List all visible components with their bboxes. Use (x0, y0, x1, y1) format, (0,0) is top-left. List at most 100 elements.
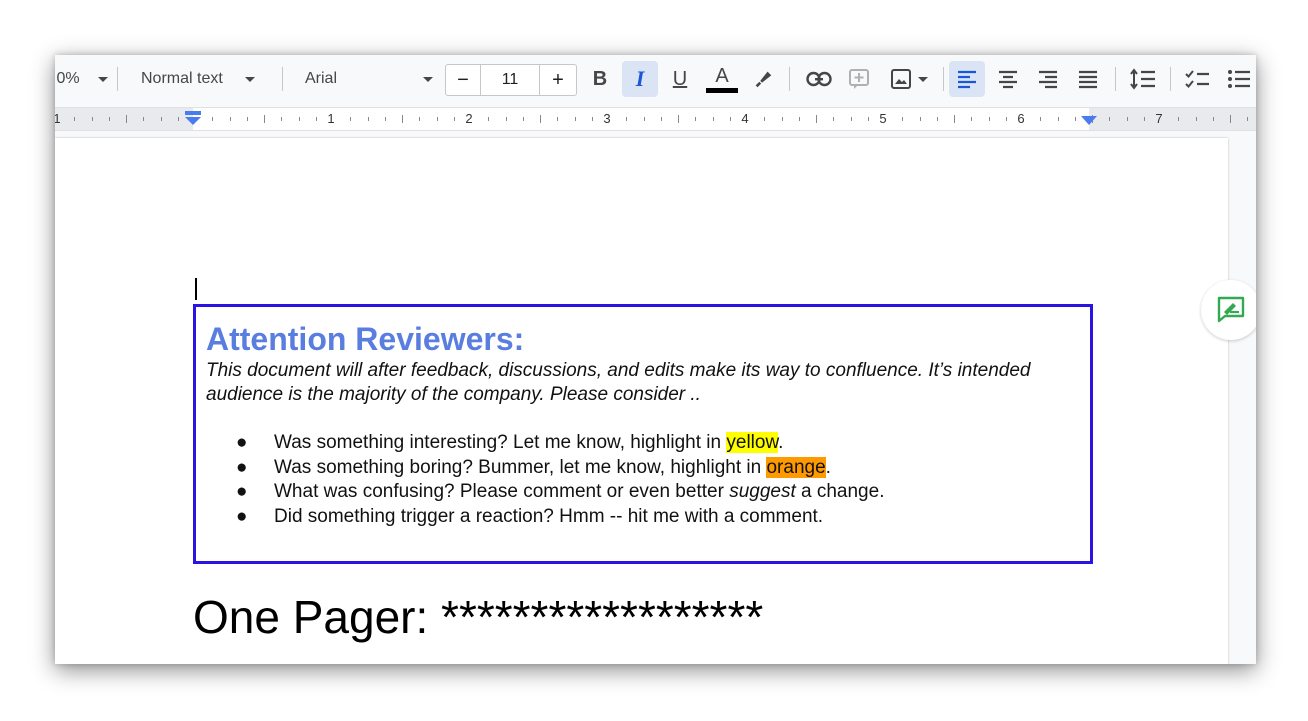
italic-button[interactable]: I (622, 55, 658, 103)
align-right-button[interactable] (1030, 55, 1066, 103)
ruler-tick (315, 117, 317, 121)
decrease-font-size-button[interactable]: − (446, 65, 481, 95)
ruler-tick (1212, 117, 1214, 121)
ruler-tick (1126, 117, 1128, 121)
toolbar-divider (1115, 67, 1116, 91)
ruler-tick (764, 117, 766, 121)
bullet-text: What was confusing? Please comment or ev… (274, 481, 885, 502)
ruler-number: 7 (1155, 111, 1163, 126)
link-icon (806, 71, 832, 87)
bulleted-list-icon (1228, 70, 1250, 88)
align-center-icon (999, 70, 1017, 89)
ruler-tick (1109, 117, 1111, 121)
ruler[interactable]: 1 1 2 3 4 5 6 7 (55, 107, 1256, 131)
text-cursor (195, 278, 197, 300)
ruler-tick (246, 117, 248, 121)
ruler-tick (643, 117, 645, 121)
ruler-tick (867, 117, 869, 121)
highlight-color-button[interactable] (745, 55, 781, 103)
bulleted-list-button[interactable] (1221, 55, 1256, 103)
ruler-tick (971, 117, 973, 121)
right-indent-marker-icon[interactable] (1081, 114, 1097, 126)
align-center-button[interactable] (990, 55, 1026, 103)
insert-link-button[interactable] (799, 55, 839, 103)
line-spacing-button[interactable] (1123, 55, 1163, 103)
checklist-button[interactable] (1177, 55, 1217, 103)
bullet-dot: ● (236, 432, 248, 453)
zoom-value: 0% (56, 70, 80, 87)
toolbar: 0% Normal text Arial − 11 + B I U A (55, 55, 1256, 103)
insert-image-button[interactable] (883, 55, 935, 103)
ruler-left-margin (55, 108, 193, 130)
bold-icon: B (592, 67, 608, 90)
ruler-tick (143, 117, 145, 121)
ruler-tick (419, 117, 421, 121)
ruler-tick (1230, 115, 1231, 123)
increase-font-size-button[interactable]: + (539, 65, 576, 95)
bullet-dot: ● (236, 505, 248, 527)
suggest-edits-button[interactable] (1201, 280, 1256, 340)
text-color-swatch (706, 87, 738, 93)
highlighter-icon (755, 71, 772, 88)
yellow-highlight: yellow (726, 432, 779, 453)
underline-button[interactable]: U (663, 55, 697, 103)
ruler-tick (626, 117, 628, 121)
bullet-dot: ● (236, 481, 248, 502)
ruler-tick (712, 117, 714, 121)
ruler-number: 3 (603, 111, 611, 126)
ruler-tick (91, 117, 93, 121)
bullet-text: Was something boring? Bummer, let me kno… (274, 456, 831, 478)
insert-image-icon (891, 69, 911, 89)
list-item: ● Did something trigger a reaction? Hmm … (236, 505, 884, 530)
ruler-number: 5 (879, 111, 887, 126)
document-heading: One Pager: ****************** (193, 591, 764, 643)
ruler-tick (695, 117, 697, 121)
font-value: Arial (305, 70, 338, 87)
font-size-input[interactable]: 11 (481, 65, 539, 95)
ruler-tick (1074, 117, 1076, 121)
ruler-tick (781, 117, 783, 121)
toolbar-divider (1170, 67, 1171, 91)
chevron-down-icon (918, 76, 928, 82)
paragraph-style-select[interactable]: Normal text (127, 55, 277, 103)
insert-comment-button[interactable] (841, 55, 877, 103)
bold-button[interactable]: B (583, 55, 617, 103)
toolbar-divider (282, 67, 283, 91)
align-right-icon (1039, 70, 1057, 89)
reviewer-callout-box[interactable]: Attention Reviewers: This document will … (193, 304, 1093, 564)
toolbar-divider (117, 67, 118, 91)
ruler-tick (591, 117, 593, 121)
checklist-icon (1185, 70, 1209, 88)
ruler-tick (729, 117, 731, 121)
ruler-tick (522, 117, 524, 121)
zoom-select[interactable]: 0% (55, 55, 109, 103)
list-item: ● Was something boring? Bummer, let me k… (236, 456, 884, 481)
ruler-tick (229, 117, 231, 121)
text-color-button[interactable]: A (702, 55, 742, 103)
align-left-button[interactable] (949, 55, 985, 103)
review-intro: This document will after feedback, discu… (206, 360, 1031, 405)
ruler-number: 4 (741, 111, 749, 126)
underline-icon: U (672, 67, 688, 90)
ruler-tick (160, 117, 162, 121)
ruler-number: 6 (1017, 111, 1025, 126)
ruler-tick (574, 117, 576, 121)
ruler-tick (384, 117, 386, 121)
indent-marker-icon[interactable] (184, 110, 202, 128)
ruler-tick (74, 117, 76, 121)
chevron-down-icon (97, 76, 108, 82)
align-justify-button[interactable] (1070, 55, 1106, 103)
bullet-text: Was something interesting? Let me know, … (274, 432, 784, 453)
ruler-tick (281, 117, 283, 121)
bullet-text: Did something trigger a reaction? Hmm --… (274, 505, 824, 527)
ruler-tick (919, 117, 921, 121)
ruler-tick (833, 117, 835, 121)
review-title: Attention Reviewers: (206, 321, 525, 357)
font-select[interactable]: Arial (291, 55, 437, 103)
reviewer-bullet-list: ● Was something interesting? Let me know… (236, 431, 884, 529)
document-page[interactable]: Attention Reviewers: This document will … (55, 138, 1228, 664)
ruler-tick (453, 117, 455, 121)
ruler-tick (436, 117, 438, 121)
suggest-edits-icon (1217, 296, 1245, 323)
ruler-tick (1057, 117, 1059, 121)
